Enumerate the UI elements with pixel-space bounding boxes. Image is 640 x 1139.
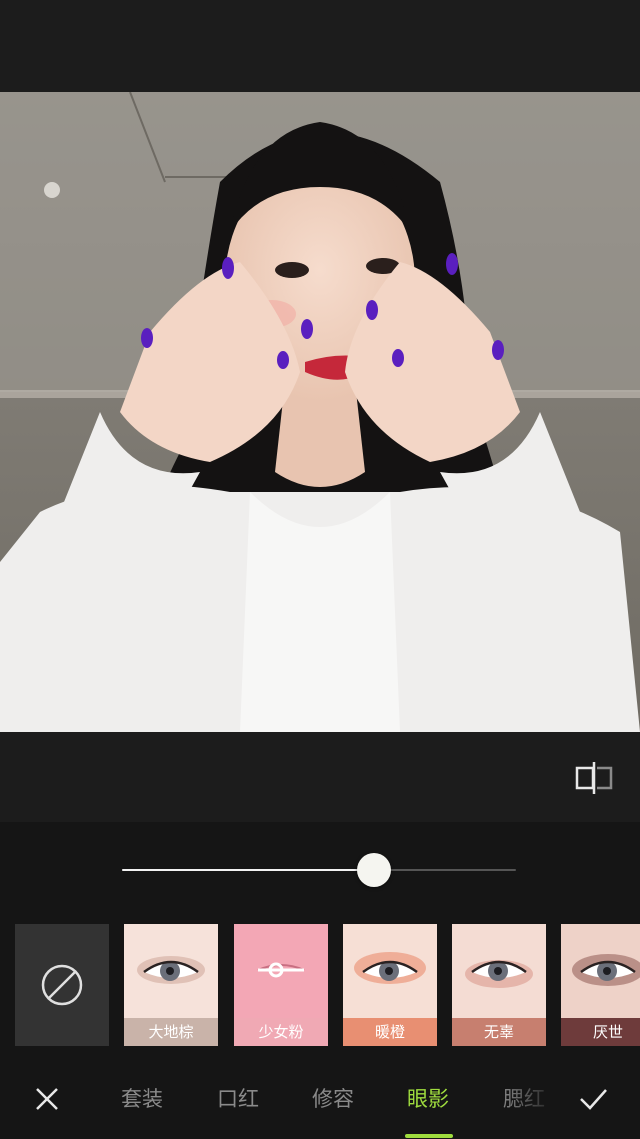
- check-icon[interactable]: [576, 1082, 610, 1116]
- slider-fill: [122, 869, 375, 871]
- eye-preview-image: [234, 924, 328, 1018]
- tab-contour[interactable]: 修容: [312, 1082, 354, 1116]
- compare-icon[interactable]: [574, 758, 614, 798]
- eye-preview-image: [561, 924, 640, 1018]
- swatch-girl-pink[interactable]: 少女粉: [234, 924, 328, 1046]
- tab-set[interactable]: 套装: [121, 1082, 163, 1116]
- eye-preview-image: [124, 924, 218, 1018]
- swatch-warm-orange[interactable]: 暖橙: [343, 924, 437, 1046]
- slider-thumb[interactable]: [357, 853, 392, 887]
- swatch-label: 厌世: [561, 1018, 640, 1046]
- swatch-label: 暖橙: [343, 1018, 437, 1046]
- swatch-label: 大地棕: [124, 1018, 218, 1046]
- photo-canvas[interactable]: [0, 92, 640, 732]
- active-tab-indicator: [405, 1134, 453, 1138]
- portrait-photo: [0, 92, 640, 732]
- eye-preview-image: [343, 924, 437, 1018]
- swatch-earth-brown[interactable]: 大地棕: [124, 924, 218, 1046]
- compare-bar: [0, 732, 640, 822]
- eye-preview-image: [452, 924, 546, 1018]
- swatch-label: 无辜: [452, 1018, 546, 1046]
- swatch-innocent[interactable]: 无辜: [452, 924, 546, 1046]
- bottom-nav: 套装 口红 修容 眼影 腮红: [0, 1062, 640, 1139]
- swatch-label: 少女粉: [234, 1018, 328, 1046]
- tab-lipstick[interactable]: 口红: [217, 1082, 259, 1116]
- close-icon[interactable]: [30, 1082, 64, 1116]
- none-icon: [41, 964, 83, 1006]
- tab-eyeshadow[interactable]: 眼影: [407, 1082, 449, 1116]
- swatch-none[interactable]: [15, 924, 109, 1046]
- top-bar: [0, 0, 640, 92]
- eyeshadow-swatch-list: 大地棕 少女粉 暖橙 无辜 厌世: [0, 924, 640, 1046]
- intensity-slider[interactable]: [122, 852, 516, 888]
- swatch-world-weary[interactable]: 厌世: [561, 924, 640, 1046]
- tab-blush[interactable]: 腮红: [503, 1082, 545, 1116]
